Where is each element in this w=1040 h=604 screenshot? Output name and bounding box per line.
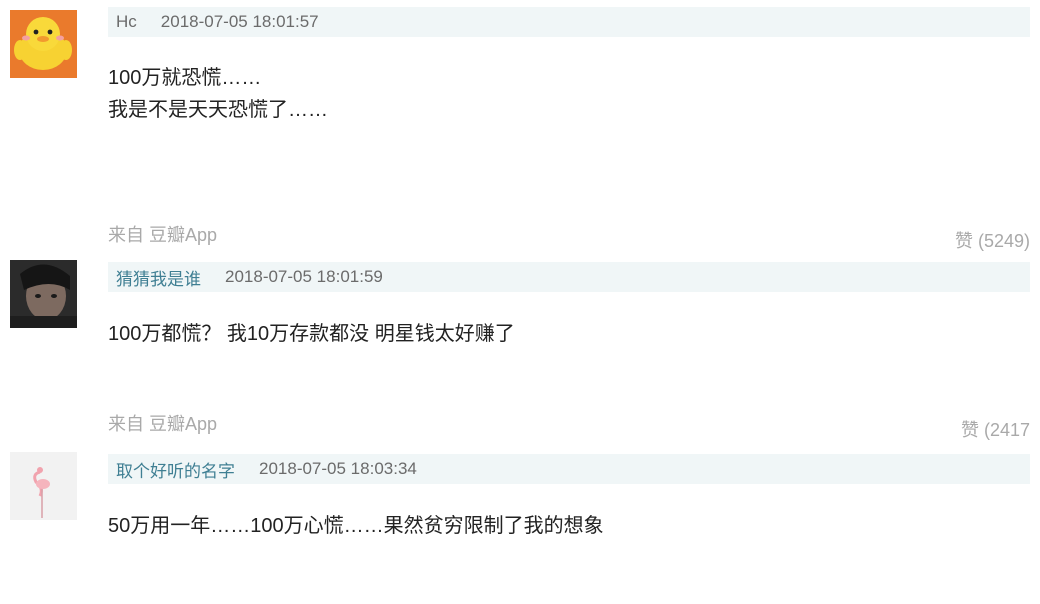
username[interactable]: 取个好听的名字 [116, 457, 235, 482]
comment-header: 取个好听的名字 2018-07-05 18:03:34 [108, 454, 1030, 484]
timestamp: 2018-07-05 18:01:59 [225, 267, 383, 286]
comment-header: 猜猜我是谁 2018-07-05 18:01:59 [108, 262, 1030, 292]
comment-line: 100万都慌？ 我10万存款都没 明星钱太好赚了 [108, 323, 515, 345]
comment-meta: 来自 豆瓣App 赞 (2417 [108, 410, 1030, 440]
comment-text: 100万都慌？ 我10万存款都没 明星钱太好赚了 [108, 318, 515, 350]
avatar[interactable] [10, 452, 77, 520]
comment-text: 50万用一年……100万心慌……果然贫穷限制了我的想象 [108, 510, 604, 542]
username[interactable]: Hc [116, 12, 137, 32]
timestamp: 2018-07-05 18:01:57 [160, 12, 319, 31]
source-label: 来自 豆瓣App [108, 414, 218, 434]
person-avatar-icon [10, 260, 77, 328]
timestamp: 2018-07-05 18:03:34 [259, 459, 417, 478]
comment-line: 我是不是天天恐慌了…… [108, 99, 328, 121]
comment-header: Hc 2018-07-05 18:01:57 [108, 7, 1030, 37]
comment-text: 100万就恐慌…… 我是不是天天恐慌了…… [108, 62, 328, 126]
source-label: 来自 豆瓣App [108, 225, 218, 245]
duck-avatar-icon [10, 10, 77, 78]
username[interactable]: 猜猜我是谁 [116, 265, 201, 290]
like-button[interactable]: 赞 (5249) [955, 227, 1030, 253]
avatar[interactable] [10, 260, 77, 328]
comment-meta: 来自 豆瓣App 赞 (5249) [108, 221, 1030, 251]
comment-line: 100万就恐慌…… [108, 67, 262, 89]
flamingo-avatar-icon [10, 452, 77, 520]
comment-line: 50万用一年……100万心慌……果然贫穷限制了我的想象 [108, 515, 604, 537]
avatar[interactable] [10, 10, 77, 78]
like-button[interactable]: 赞 (2417 [961, 416, 1030, 442]
